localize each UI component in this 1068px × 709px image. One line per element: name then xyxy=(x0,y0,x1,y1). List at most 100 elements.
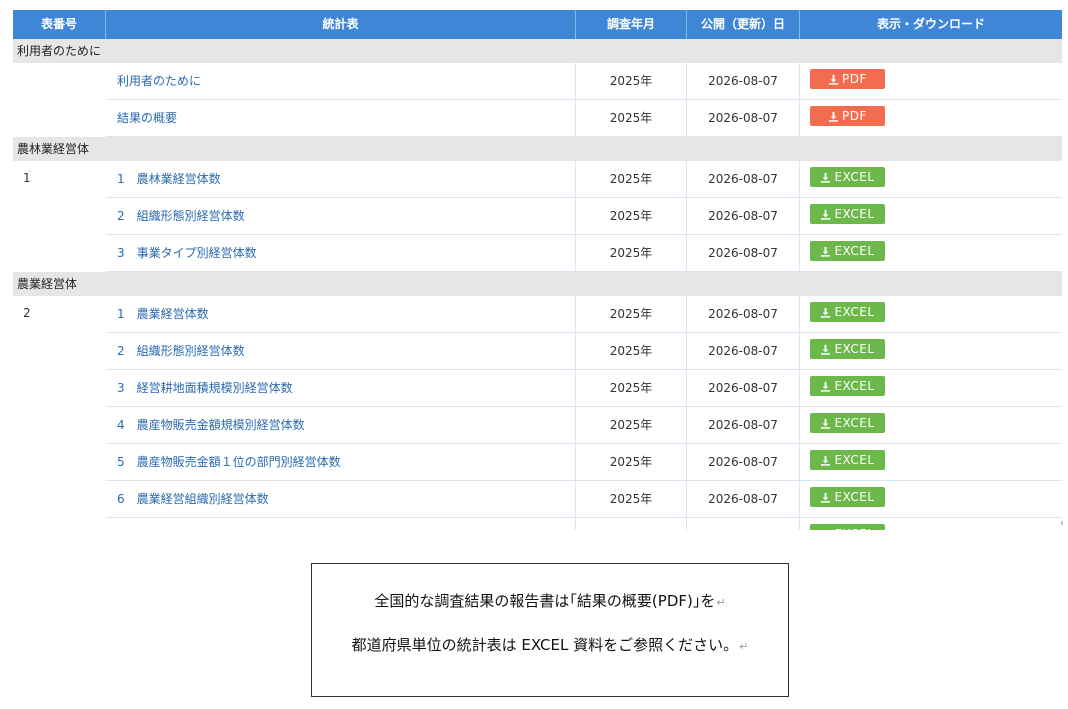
excel-download-button[interactable]: EXCEL xyxy=(810,487,885,507)
download-icon xyxy=(821,246,831,257)
table-row: 6 農業経営組織別経営体数 2025年 2026-08-07 EXCEL xyxy=(13,481,1062,518)
download-button-label: EXCEL xyxy=(834,244,875,258)
excel-download-button[interactable]: EXCEL xyxy=(810,302,885,322)
download-cell: EXCEL xyxy=(800,296,1062,333)
table-number: 2 xyxy=(23,306,31,320)
excel-download-button[interactable]: EXCEL xyxy=(810,167,885,187)
statistics-table: 表番号 統計表 調査年月 公開（更新）日 表示・ダウンロード 利用者のために 利用… xyxy=(13,10,1062,530)
pdf-download-button[interactable]: PDF xyxy=(810,106,885,126)
section-header: 農林業経営体 xyxy=(13,137,1062,161)
download-cell: EXCEL xyxy=(800,198,1062,235)
download-icon xyxy=(828,111,839,122)
download-icon xyxy=(821,307,831,318)
publish-date: 2026-08-07 xyxy=(687,296,800,333)
survey-year: 2025年 xyxy=(576,63,687,100)
survey-year: 2025年 xyxy=(576,296,687,333)
table-title-link[interactable]: 2 組織形態別経営体数 xyxy=(106,198,576,235)
download-cell: EXCEL xyxy=(800,370,1062,407)
table-title-link[interactable]: 1 農林業経営体数 xyxy=(106,161,576,198)
table-row: 2 組織形態別経営体数 2025年 2026-08-07 EXCEL xyxy=(13,198,1062,235)
download-cell: EXCEL xyxy=(800,481,1062,518)
scroll-arrow-icon[interactable]: ‹ xyxy=(1060,518,1064,529)
survey-year: 2025年 xyxy=(576,481,687,518)
download-cell: EXCEL xyxy=(800,161,1062,198)
note-box: 全国的な調査結果の報告書は｢結果の概要(PDF)｣を↵ 都道府県単位の統計表は … xyxy=(311,563,789,697)
excel-download-button[interactable]: EXCEL xyxy=(810,524,885,530)
excel-download-button[interactable]: EXCEL xyxy=(810,339,885,359)
download-button-label: EXCEL xyxy=(834,170,875,184)
download-button-label: EXCEL xyxy=(834,342,875,356)
download-cell: EXCEL xyxy=(800,333,1062,370)
download-icon xyxy=(821,455,831,466)
survey-year: 2025年 xyxy=(576,198,687,235)
table-number: 1 xyxy=(23,171,31,185)
download-icon xyxy=(821,344,831,355)
table-number xyxy=(13,63,106,100)
table-title-link[interactable]: 4 農産物販売金額規模別経営体数 xyxy=(106,407,576,444)
publish-date: 2026-08-07 xyxy=(687,370,800,407)
download-icon xyxy=(821,172,831,183)
download-cell: PDF xyxy=(800,63,1062,100)
table-title-link[interactable]: 6 農業経営組織別経営体数 xyxy=(106,481,576,518)
survey-year: 2025年 xyxy=(576,407,687,444)
table-title-link[interactable]: 結果の概要 xyxy=(106,100,576,137)
table-title-link[interactable]: 1 農業経営体数 xyxy=(106,296,576,333)
publish-date: 2026-08-07 xyxy=(687,63,800,100)
note-line-1: 全国的な調査結果の報告書は｢結果の概要(PDF)｣を↵ xyxy=(374,592,726,610)
excel-download-button[interactable]: EXCEL xyxy=(810,376,885,396)
return-mark-icon: ↵ xyxy=(739,640,749,653)
download-button-label: EXCEL xyxy=(834,490,875,504)
download-button-label: EXCEL xyxy=(834,207,875,221)
survey-year: 2025年 xyxy=(576,333,687,370)
table-row: 利用者のために 2025年 2026-08-07 PDF xyxy=(13,63,1062,100)
table-title-link[interactable]: 2 組織形態別経営体数 xyxy=(106,333,576,370)
download-icon xyxy=(821,209,831,220)
download-button-label: EXCEL xyxy=(834,416,875,430)
publish-date xyxy=(687,518,800,530)
table-row: 4 農産物販売金額規模別経営体数 2025年 2026-08-07 EXCEL xyxy=(13,407,1062,444)
publish-date: 2026-08-07 xyxy=(687,198,800,235)
table-number xyxy=(13,235,106,272)
download-icon xyxy=(821,492,831,503)
table-number xyxy=(13,444,106,481)
return-mark-icon: ↵ xyxy=(716,596,726,609)
table-title-link[interactable]: 3 事業タイプ別経営体数 xyxy=(106,235,576,272)
publish-date: 2026-08-07 xyxy=(687,444,800,481)
excel-download-button[interactable]: EXCEL xyxy=(810,413,885,433)
excel-download-button[interactable]: EXCEL xyxy=(810,241,885,261)
section-header: 農業経営体 xyxy=(13,272,1062,296)
excel-download-button[interactable]: EXCEL xyxy=(810,450,885,470)
survey-year xyxy=(576,518,687,530)
download-button-label: EXCEL xyxy=(834,527,874,530)
table-number xyxy=(13,333,106,370)
table-number xyxy=(13,100,106,137)
table-title-link[interactable]: 3 経営耕地面積規模別経営体数 xyxy=(106,370,576,407)
download-button-label: PDF xyxy=(842,109,867,123)
pdf-download-button[interactable]: PDF xyxy=(810,69,885,89)
download-cell: EXCEL xyxy=(800,407,1062,444)
table-number xyxy=(13,518,106,530)
table-title-link[interactable] xyxy=(106,518,576,530)
publish-date: 2026-08-07 xyxy=(687,100,800,137)
table-row: 1 1 農林業経営体数 2025年 2026-08-07 EXCEL xyxy=(13,161,1062,198)
download-cell: EXCEL xyxy=(800,518,1062,530)
table-row: 5 農産物販売金額１位の部門別経営体数 2025年 2026-08-07 EXCEL xyxy=(13,444,1062,481)
table-row: EXCEL xyxy=(13,518,1062,530)
download-button-label: EXCEL xyxy=(834,305,875,319)
section-header: 利用者のために xyxy=(13,39,1062,63)
survey-year: 2025年 xyxy=(576,100,687,137)
table-number xyxy=(13,407,106,444)
table-title-link[interactable]: 利用者のために xyxy=(106,63,576,100)
table-row: 2 1 農業経営体数 2025年 2026-08-07 EXCEL xyxy=(13,296,1062,333)
download-cell: PDF xyxy=(800,100,1062,137)
download-cell: EXCEL xyxy=(800,235,1062,272)
header-publish-date: 公開（更新）日 xyxy=(687,10,800,39)
table-title-link[interactable]: 5 農産物販売金額１位の部門別経営体数 xyxy=(106,444,576,481)
download-icon xyxy=(825,529,827,530)
download-button-label: EXCEL xyxy=(834,379,875,393)
survey-year: 2025年 xyxy=(576,235,687,272)
excel-download-button[interactable]: EXCEL xyxy=(810,204,885,224)
download-button-label: EXCEL xyxy=(834,453,875,467)
download-icon xyxy=(821,381,831,392)
header-table-number: 表番号 xyxy=(13,10,106,39)
